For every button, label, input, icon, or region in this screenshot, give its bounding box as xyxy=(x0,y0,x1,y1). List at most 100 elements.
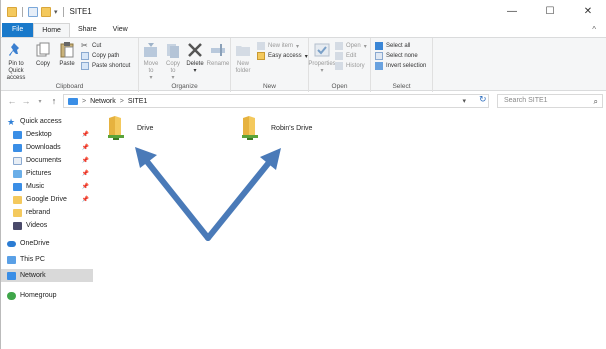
computer-icon xyxy=(7,255,16,264)
move-to-icon xyxy=(144,43,157,57)
sidebar-item-documents[interactable]: Documents 📌 xyxy=(1,154,93,167)
sidebar-item-google-drive[interactable]: Google Drive 📌 xyxy=(1,193,93,206)
pin-icon[interactable]: 📌 xyxy=(82,196,89,203)
select-none-button[interactable]: Select none xyxy=(375,52,418,60)
new-item-button[interactable]: New item ▾ xyxy=(257,42,299,50)
pin-icon[interactable]: 📌 xyxy=(82,157,89,164)
breadcrumb-network[interactable]: Network xyxy=(90,98,116,105)
music-folder-icon xyxy=(13,182,22,191)
search-input[interactable]: Search SITE1 ⌕ xyxy=(497,94,603,108)
sidebar-item-network[interactable]: Network xyxy=(1,269,93,282)
recent-locations-chevron-icon[interactable]: ▾ xyxy=(33,98,47,105)
paste-shortcut-icon xyxy=(81,62,89,70)
videos-folder-icon xyxy=(13,221,22,230)
sidebar-item-desktop[interactable]: Desktop 📌 xyxy=(1,128,93,141)
ribbon-collapse-icon[interactable]: ^ xyxy=(592,23,596,37)
select-all-button[interactable]: Select all xyxy=(375,42,410,50)
tab-file[interactable]: File xyxy=(2,23,34,37)
scissors-icon: ✂ xyxy=(81,41,88,50)
new-folder-icon xyxy=(236,46,250,56)
select-all-icon xyxy=(375,42,383,50)
organize-group: Move to ▾ Copy to ▾ Delete ▾ Rename Orga… xyxy=(139,38,231,92)
cut-button[interactable]: ✂ Cut xyxy=(81,42,101,50)
sidebar-item-music[interactable]: Music 📌 xyxy=(1,180,93,193)
history-button[interactable]: History xyxy=(335,62,365,70)
address-row: ← → ▾ ↑ > Network > SITE1 ▾ ↻ Search SIT… xyxy=(1,91,606,111)
downloads-folder-icon xyxy=(13,143,22,152)
paste-button[interactable]: Paste xyxy=(57,41,77,68)
sidebar-item-videos[interactable]: Videos xyxy=(1,219,93,232)
tab-home[interactable]: Home xyxy=(33,23,70,37)
new-folder-quick-icon[interactable] xyxy=(41,6,51,17)
sidebar-item-downloads[interactable]: Downloads 📌 xyxy=(1,141,93,154)
copy-path-button[interactable]: Copy path xyxy=(81,52,119,60)
list-item-robins-drive[interactable]: Robin's Drive xyxy=(239,115,312,141)
network-location-icon xyxy=(68,97,78,105)
pin-icon[interactable]: 📌 xyxy=(82,131,89,138)
tab-view[interactable]: View xyxy=(105,23,136,37)
rename-icon xyxy=(211,44,225,56)
invert-selection-icon xyxy=(375,62,383,70)
pin-icon[interactable]: 📌 xyxy=(82,170,89,177)
back-arrow-icon[interactable]: ← xyxy=(5,96,19,106)
easy-access-button[interactable]: Easy access ▾ xyxy=(257,52,308,60)
address-history-chevron-icon[interactable]: ▾ xyxy=(462,97,466,105)
navigation-pane: ★ Quick access Desktop 📌 Downloads 📌 Doc… xyxy=(1,111,93,349)
copy-path-icon xyxy=(81,52,89,60)
copy-icon xyxy=(36,42,50,57)
pin-icon[interactable]: 📌 xyxy=(82,183,89,190)
pin-icon[interactable]: 📌 xyxy=(82,144,89,151)
maximize-button[interactable]: ☐ xyxy=(531,0,569,23)
window-title: SITE1 xyxy=(69,7,92,16)
copy-button[interactable]: Copy xyxy=(33,41,53,68)
robins-drive-label: Robin's Drive xyxy=(271,124,313,132)
sidebar-item-rebrand[interactable]: rebrand xyxy=(1,206,93,219)
drive-label: Drive xyxy=(137,124,154,132)
history-icon xyxy=(335,62,343,70)
desktop-folder-icon xyxy=(13,130,22,139)
cloud-icon xyxy=(7,240,16,247)
sidebar-item-quick-access[interactable]: ★ Quick access xyxy=(1,115,93,128)
close-button[interactable]: ✕ xyxy=(569,0,606,23)
minimize-button[interactable]: — xyxy=(493,0,531,23)
sidebar-item-pictures[interactable]: Pictures 📌 xyxy=(1,167,93,180)
open-icon xyxy=(335,42,343,50)
clipboard-group-label: Clipboard xyxy=(55,83,84,90)
content-pane: Drive Robin's Drive xyxy=(93,111,606,349)
properties-quick-icon[interactable] xyxy=(28,6,38,17)
clipboard-group: Pin to Quick access Copy Paste ✂ Cut Cop… xyxy=(1,38,139,92)
tab-share[interactable]: Share xyxy=(70,23,105,37)
copy-to-button[interactable]: Copy to ▾ xyxy=(163,41,183,82)
edit-button[interactable]: Edit xyxy=(335,52,356,60)
pictures-folder-icon xyxy=(13,169,22,178)
ribbon-tabs: File Home Share View xyxy=(1,23,606,37)
explorer-window: ▾ SITE1 — ☐ ✕ File Home Share View ^ Pin… xyxy=(0,0,606,349)
open-button[interactable]: Open ▾ xyxy=(335,42,367,50)
sidebar-item-onedrive[interactable]: OneDrive xyxy=(1,237,93,250)
sidebar-item-this-pc[interactable]: This PC xyxy=(1,253,93,266)
new-group-label: New xyxy=(262,83,276,90)
refresh-icon[interactable]: ↻ xyxy=(479,94,487,105)
up-arrow-icon[interactable]: ↑ xyxy=(47,96,61,106)
invert-selection-button[interactable]: Invert selection xyxy=(375,62,426,70)
forward-arrow-icon[interactable]: → xyxy=(19,96,33,106)
organize-group-label: Organize xyxy=(171,83,198,90)
pin-icon xyxy=(9,43,19,56)
breadcrumb-site1[interactable]: SITE1 xyxy=(128,98,147,105)
move-to-button[interactable]: Move to ▾ xyxy=(141,41,161,82)
network-share-icon xyxy=(242,116,258,140)
rename-button[interactable]: Rename xyxy=(207,41,229,68)
list-item-drive[interactable]: Drive xyxy=(105,115,153,141)
delete-button[interactable]: Delete ▾ xyxy=(185,41,205,75)
window-folder-icon xyxy=(7,6,17,17)
quick-access-dropdown-icon[interactable]: ▾ xyxy=(54,8,58,16)
sidebar-item-homegroup[interactable]: Homegroup xyxy=(1,289,93,302)
folder-icon xyxy=(13,208,22,217)
title-bar: ▾ SITE1 — ☐ ✕ xyxy=(1,0,606,23)
paste-icon xyxy=(60,42,74,58)
pin-quick-access-button[interactable]: Pin to Quick access xyxy=(3,41,29,82)
properties-button[interactable]: Properties ▾ xyxy=(308,41,336,75)
paste-shortcut-button[interactable]: Paste shortcut xyxy=(81,62,130,70)
address-bar[interactable]: > Network > SITE1 ▾ xyxy=(63,94,489,108)
new-folder-button[interactable]: New folder xyxy=(233,41,253,75)
